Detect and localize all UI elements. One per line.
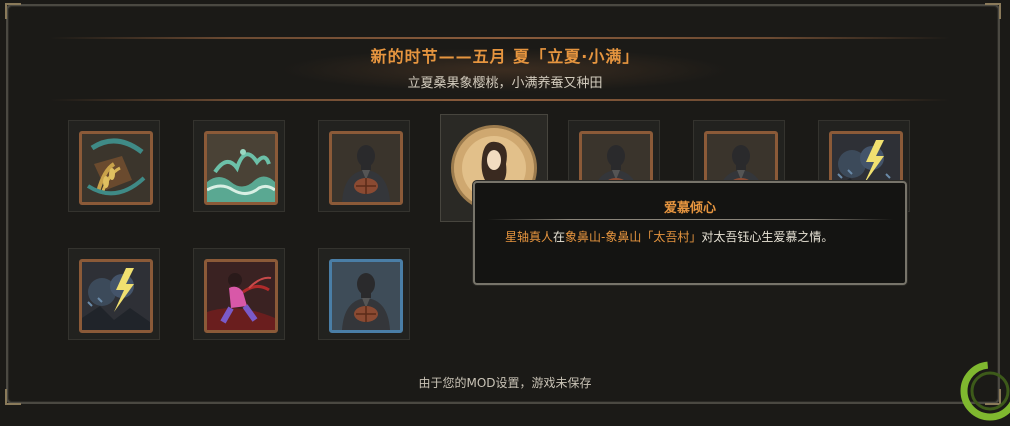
tooltip-divider [487, 219, 893, 220]
event-tooltip: 爱慕倾心 星轴真人在象鼻山-象鼻山「太吾村」对太吾钰心生爱慕之情。 [473, 181, 907, 285]
season-title: 新的时节——五月 夏「立夏·小满」 [370, 47, 640, 66]
save-notice: 由于您的MOD设置，游戏未保存 [418, 376, 592, 390]
tooltip-text-rest: 对太吾钰心生爱慕之情。 [701, 230, 834, 244]
event-slot-1[interactable] [68, 120, 160, 212]
header-bottom-divider [50, 99, 950, 101]
loading-ring-icon [960, 361, 1010, 421]
person-holding-ball-icon [329, 131, 403, 205]
event-slot-2[interactable] [193, 120, 285, 212]
header-top-divider [50, 37, 950, 39]
frame-corner [985, 3, 1001, 19]
character-name: 星轴真人 [505, 230, 554, 244]
grain-harvest-icon [79, 131, 153, 205]
tooltip-description: 星轴真人在象鼻山-象鼻山「太吾村」对太吾钰心生爱慕之情。 [505, 229, 885, 246]
event-slot-3[interactable] [318, 120, 410, 212]
lightning-storm-icon [79, 259, 153, 333]
event-slot-9[interactable] [193, 248, 285, 340]
martial-artist-icon [204, 259, 278, 333]
tooltip-text-at: 在 [553, 230, 566, 244]
event-slot-8[interactable] [68, 248, 160, 340]
frame-corner [5, 389, 21, 405]
person-holding-ball-icon [329, 259, 403, 333]
frame-corner [5, 3, 21, 19]
tooltip-title: 爱慕倾心 [663, 201, 716, 216]
location-name: 象鼻山-象鼻山「太吾村」 [565, 230, 702, 244]
event-slot-10[interactable] [318, 248, 410, 340]
season-subtitle: 立夏桑果象樱桃，小满养蚕又种田 [407, 76, 603, 91]
sea-waves-icon [204, 131, 278, 205]
